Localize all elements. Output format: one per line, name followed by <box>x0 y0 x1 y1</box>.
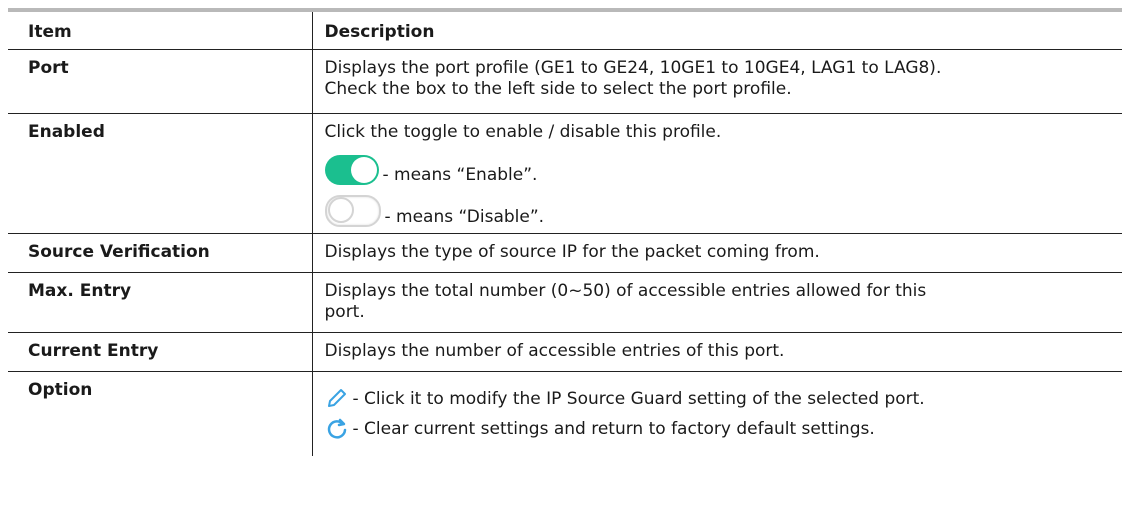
description-line: Displays the number of accessible entrie… <box>324 341 785 361</box>
header-item: Item <box>8 12 312 50</box>
toggle-off-icon <box>324 195 381 227</box>
toggle-disable-text: - means “Disable”. <box>384 207 545 227</box>
table-row: Enabled Click the toggle to enable / dis… <box>8 113 1122 234</box>
toggle-legend-disable: - means “Disable”. <box>324 193 1117 227</box>
table-row: Option - Click it to modify the IP Sourc… <box>8 371 1122 456</box>
header-description: Description <box>311 12 1122 50</box>
row-item-current-entry: Current Entry <box>8 332 312 372</box>
description-line: port. <box>324 302 365 322</box>
description-line: Displays the port profile (GE1 to GE24, … <box>324 58 942 78</box>
table-row: Max. Entry Displays the total number (0~… <box>8 272 1122 333</box>
row-description-current-entry: Displays the number of accessible entrie… <box>311 332 1122 372</box>
refresh-icon <box>325 416 349 440</box>
row-description-enabled: Click the toggle to enable / disable thi… <box>311 113 1122 234</box>
option-edit-text: - Click it to modify the IP Source Guard… <box>352 389 925 409</box>
row-item-source-verification: Source Verification <box>8 233 312 273</box>
row-item-enabled: Enabled <box>8 113 312 234</box>
row-description-option: - Click it to modify the IP Source Guard… <box>311 371 1122 456</box>
row-item-max-entry: Max. Entry <box>8 272 312 333</box>
row-description-source-verification: Displays the type of source IP for the p… <box>311 233 1122 273</box>
option-legend-refresh: - Clear current settings and return to f… <box>325 410 1117 440</box>
row-item-option: Option <box>28 380 93 400</box>
row-description-max-entry: Displays the total number (0~50) of acce… <box>311 272 1122 333</box>
document-page: Item Description Port Displays the port … <box>0 0 1122 528</box>
table-header-row: Item Description <box>8 12 1122 50</box>
table-row: Current Entry Displays the number of acc… <box>8 332 1122 372</box>
description-line: Click the toggle to enable / disable thi… <box>324 122 722 142</box>
toggle-on-icon <box>324 155 379 185</box>
row-description-port: Displays the port profile (GE1 to GE24, … <box>311 49 1122 114</box>
toggle-enable-text: - means “Enable”. <box>382 165 538 185</box>
description-line: Displays the type of source IP for the p… <box>324 242 820 262</box>
row-item-port: Port <box>8 49 312 114</box>
parameter-table: Item Description Port Displays the port … <box>8 12 1122 456</box>
pencil-icon <box>325 386 349 410</box>
description-line: Displays the total number (0~50) of acce… <box>324 281 927 301</box>
option-refresh-text: - Clear current settings and return to f… <box>352 419 875 439</box>
option-legend-edit: - Click it to modify the IP Source Guard… <box>325 380 1117 410</box>
toggle-legend-enable: - means “Enable”. <box>324 151 1117 185</box>
table-row: Source Verification Displays the type of… <box>8 233 1122 273</box>
table-row: Port Displays the port profile (GE1 to G… <box>8 49 1122 114</box>
description-line: Check the box to the left side to select… <box>324 79 792 99</box>
